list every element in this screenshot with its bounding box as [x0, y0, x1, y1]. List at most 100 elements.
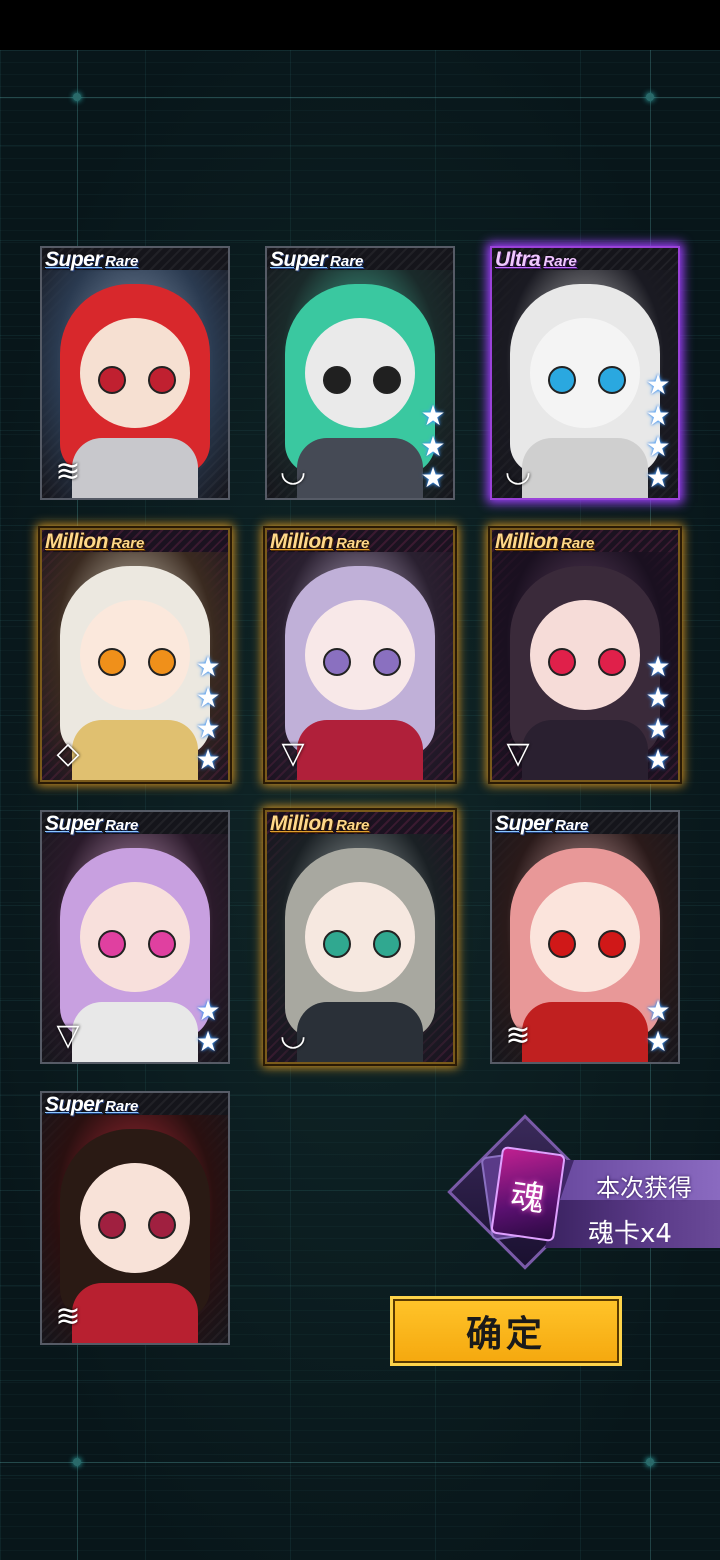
star-icon: ★ [195, 650, 221, 683]
character-eye [323, 366, 351, 394]
rarity-main: Million [45, 530, 109, 553]
character-card[interactable]: Ultra Rare ◟◞ ★ ★ ★ ★ [490, 246, 680, 500]
rarity-sub: Rare [105, 1098, 139, 1115]
character-eye [373, 648, 401, 676]
character-eye [98, 648, 126, 676]
rarity-label: Million Rare [45, 530, 228, 558]
rarity-label: Super Rare [45, 812, 228, 840]
character-card[interactable]: Million Rare ◟◞ [265, 810, 455, 1064]
star-icon: ★ [645, 743, 671, 776]
star-icon: ★ [645, 368, 671, 401]
character-outfit [297, 1002, 423, 1062]
grid-node [73, 93, 81, 101]
character-card[interactable]: Million Rare ▽ ★ ★ ★ ★ [490, 528, 680, 782]
element-type-icon: ◟◞ [506, 454, 530, 489]
status-bar [0, 0, 720, 50]
character-outfit [72, 1002, 198, 1062]
character-outfit [72, 720, 198, 780]
character-eye [598, 648, 626, 676]
star-icon: ★ [645, 399, 671, 432]
rarity-label: Ultra Rare [495, 248, 678, 276]
rarity-sub: Rare [543, 253, 577, 270]
grid-line [0, 97, 720, 98]
character-eye [148, 1211, 176, 1239]
rarity-label: Million Rare [270, 530, 453, 558]
character-outfit [522, 438, 648, 498]
element-type-icon: ▽ [56, 1018, 80, 1053]
element-type-icon: ▽ [506, 736, 530, 771]
star-rating: ★ ★ ★ ★ [644, 371, 672, 492]
character-eye [373, 930, 401, 958]
rarity-sub: Rare [561, 535, 595, 552]
rarity-label: Super Rare [270, 248, 453, 276]
star-rating: ★ ★ [194, 997, 222, 1056]
star-icon: ★ [645, 461, 671, 494]
grid-line [0, 1462, 720, 1463]
rarity-sub: Rare [336, 817, 370, 834]
character-eye [323, 930, 351, 958]
character-eye [323, 648, 351, 676]
rarity-main: Super [270, 248, 328, 271]
rarity-sub: Rare [105, 817, 139, 834]
star-rating: ★ ★ ★ ★ [644, 653, 672, 774]
grid-node [73, 1458, 81, 1466]
reward-title: 本次获得 [596, 1174, 692, 1202]
rarity-main: Super [45, 1093, 103, 1116]
star-icon: ★ [645, 681, 671, 714]
character-eye [98, 930, 126, 958]
grid-node [646, 93, 654, 101]
rarity-sub: Rare [105, 253, 139, 270]
character-eye [148, 648, 176, 676]
star-icon: ★ [195, 1025, 221, 1058]
star-icon: ★ [645, 430, 671, 463]
character-eye [598, 930, 626, 958]
rarity-main: Million [495, 530, 559, 553]
rarity-main: Ultra [495, 248, 541, 271]
star-icon: ★ [195, 712, 221, 745]
character-card[interactable]: Million Rare ◇ ★ ★ ★ ★ [40, 528, 230, 782]
rarity-main: Super [495, 812, 553, 835]
reward-summary: 魂 本次获得 魂卡x4 [447, 1114, 720, 1270]
rarity-main: Super [45, 248, 103, 271]
confirm-button[interactable]: 确定 [390, 1296, 622, 1366]
character-outfit [297, 438, 423, 498]
character-card[interactable]: Super Rare ▽ ★ ★ [40, 810, 230, 1064]
star-icon: ★ [195, 743, 221, 776]
character-outfit [72, 438, 198, 498]
rarity-sub: Rare [330, 253, 364, 270]
star-icon: ★ [420, 461, 446, 494]
rarity-sub: Rare [336, 535, 370, 552]
character-eye [548, 648, 576, 676]
rarity-main: Million [270, 530, 334, 553]
character-outfit [522, 1002, 648, 1062]
character-outfit [297, 720, 423, 780]
grid-node [646, 1458, 654, 1466]
character-card[interactable]: Super Rare ◟◞ ★ ★ ★ [265, 246, 455, 500]
character-card[interactable]: Super Rare ≋ [40, 1091, 230, 1345]
star-icon: ★ [195, 681, 221, 714]
element-type-icon: ◇ [56, 736, 80, 771]
character-card[interactable]: Super Rare ≋ [40, 246, 230, 500]
star-icon: ★ [645, 994, 671, 1027]
rarity-main: Million [270, 812, 334, 835]
rarity-main: Super [45, 812, 103, 835]
star-rating: ★ ★ ★ [419, 402, 447, 492]
character-outfit [72, 1283, 198, 1343]
character-card[interactable]: Million Rare ▽ [265, 528, 455, 782]
rarity-label: Super Rare [45, 248, 228, 276]
character-eye [598, 366, 626, 394]
element-type-icon: ▽ [281, 736, 305, 771]
soul-card-icon: 魂 [490, 1145, 566, 1243]
rarity-sub: Rare [111, 535, 145, 552]
element-type-icon: ◟◞ [281, 1018, 305, 1053]
character-eye [98, 366, 126, 394]
character-card[interactable]: Super Rare ≋ ★ ★ [490, 810, 680, 1064]
character-eye [373, 366, 401, 394]
character-eye [548, 930, 576, 958]
star-icon: ★ [645, 650, 671, 683]
star-rating: ★ ★ [644, 997, 672, 1056]
element-type-icon: ≋ [505, 1018, 531, 1053]
star-icon: ★ [195, 994, 221, 1027]
rarity-label: Super Rare [495, 812, 678, 840]
element-type-icon: ◟◞ [281, 454, 305, 489]
